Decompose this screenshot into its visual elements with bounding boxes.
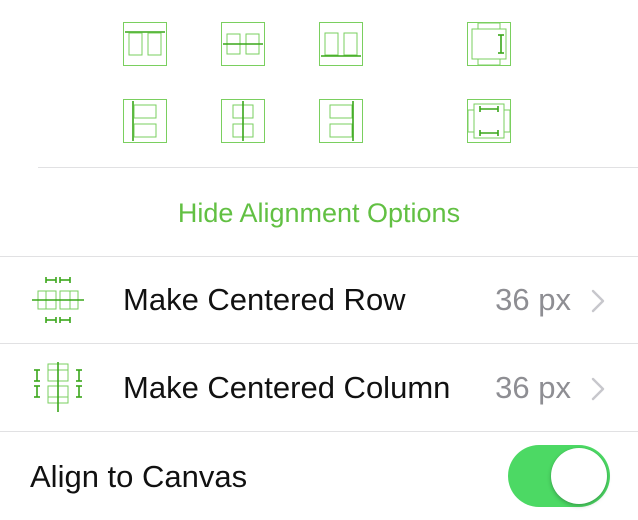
distribute-vertical-spacing-button[interactable] xyxy=(467,22,511,66)
hide-alignment-options-button[interactable]: Hide Alignment Options xyxy=(0,190,638,236)
align-left-edges-button[interactable] xyxy=(123,99,167,143)
align-right-edges-icon xyxy=(319,99,363,143)
align-left-edges-icon xyxy=(123,99,167,143)
make-centered-column-value: 36 px xyxy=(495,370,571,405)
divider xyxy=(38,167,638,168)
toggle-knob xyxy=(551,448,607,504)
chevron-right-icon xyxy=(591,377,605,401)
make-centered-row-value: 36 px xyxy=(495,282,571,317)
centered-row-icon xyxy=(32,277,84,323)
make-centered-row-label: Make Centered Row xyxy=(123,282,406,317)
make-centered-column-item[interactable]: Make Centered Column 36 px xyxy=(0,345,638,431)
make-centered-column-label: Make Centered Column xyxy=(123,370,451,405)
make-centered-row-item[interactable]: Make Centered Row 36 px xyxy=(0,257,638,343)
align-bottom-edges-button[interactable] xyxy=(319,22,363,66)
align-right-edges-button[interactable] xyxy=(319,99,363,143)
align-horizontal-centers-button[interactable] xyxy=(221,99,265,143)
distribute-horizontal-spacing-icon xyxy=(467,99,511,143)
align-vertical-centers-button[interactable] xyxy=(221,22,265,66)
align-to-canvas-toggle[interactable] xyxy=(508,445,610,507)
divider xyxy=(0,343,638,344)
chevron-right-icon xyxy=(591,289,605,313)
align-top-edges-button[interactable] xyxy=(123,22,167,66)
divider xyxy=(0,431,638,432)
centered-column-icon xyxy=(34,362,82,412)
align-top-edges-icon xyxy=(123,22,167,66)
distribute-vertical-spacing-icon xyxy=(467,22,511,66)
align-horizontal-centers-icon xyxy=(221,99,265,143)
align-vertical-centers-icon xyxy=(221,22,265,66)
distribute-horizontal-spacing-button[interactable] xyxy=(467,99,511,143)
align-bottom-edges-icon xyxy=(319,22,363,66)
align-to-canvas-label: Align to Canvas xyxy=(30,459,248,494)
